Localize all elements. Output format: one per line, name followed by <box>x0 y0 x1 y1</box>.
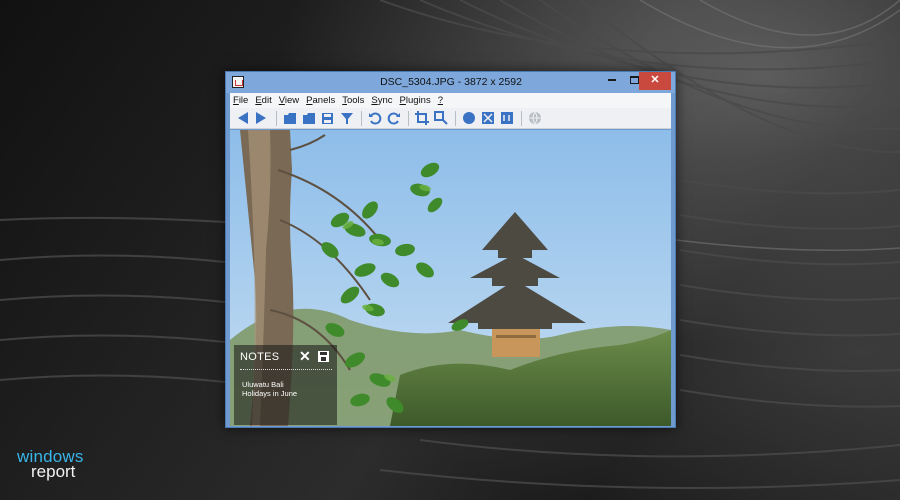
close-button[interactable]: ✕ <box>639 72 671 90</box>
menu-tools[interactable]: Tools <box>342 95 364 106</box>
zoom-in-icon <box>462 112 475 124</box>
fit-screen-icon <box>481 112 494 124</box>
title-bar[interactable]: DSC_5304.JPG - 3872 x 2592 ✕ <box>226 72 675 93</box>
notes-panel: NOTES ✕ Uluwatu Bali Holidays in June <box>234 345 337 425</box>
toolbar-separator <box>455 110 456 126</box>
image-viewer-window: DSC_5304.JPG - 3872 x 2592 ✕ File Edit V… <box>225 71 676 428</box>
rotate-right-button[interactable] <box>385 110 402 127</box>
maximize-icon <box>629 76 639 85</box>
save-as-icon <box>340 112 353 124</box>
toolbar <box>230 108 671 129</box>
zoom-button[interactable] <box>460 110 477 127</box>
notes-save-icon[interactable] <box>318 351 329 362</box>
previous-arrow-icon <box>238 112 248 124</box>
minimize-button[interactable] <box>600 72 624 90</box>
menu-bar: File Edit View Panels Tools Sync Plugins… <box>230 93 671 108</box>
save-button[interactable] <box>319 110 336 127</box>
notes-divider <box>240 369 332 370</box>
rotate-left-button[interactable] <box>366 110 383 127</box>
open-folder-2-icon <box>302 112 315 124</box>
minimize-icon <box>608 79 616 82</box>
resize-icon <box>433 111 448 125</box>
menu-panels[interactable]: Panels <box>306 95 335 106</box>
toolbar-separator <box>408 110 409 126</box>
toolbar-separator <box>361 110 362 126</box>
web-icon <box>528 111 541 125</box>
menu-file[interactable]: File <box>233 95 248 106</box>
next-arrow-icon <box>256 112 266 124</box>
window-title: DSC_5304.JPG - 3872 x 2592 <box>380 76 522 88</box>
actual-size-icon <box>500 112 513 124</box>
crop-icon <box>414 111 429 125</box>
toolbar-separator <box>521 110 522 126</box>
image-canvas[interactable]: NOTES ✕ Uluwatu Bali Holidays in June <box>230 130 671 426</box>
browse-button[interactable] <box>300 110 317 127</box>
menu-plugins[interactable]: Plugins <box>400 95 431 106</box>
previous-button[interactable] <box>234 110 251 127</box>
actual-size-button[interactable] <box>498 110 515 127</box>
menu-edit[interactable]: Edit <box>255 95 271 106</box>
web-button[interactable] <box>526 110 543 127</box>
toolbar-separator <box>276 110 277 126</box>
rotate-left-icon <box>368 112 381 125</box>
next-button[interactable] <box>253 110 270 127</box>
crop-button[interactable] <box>413 110 430 127</box>
open-folder-icon <box>283 112 296 124</box>
notes-text[interactable]: Uluwatu Bali Holidays in June <box>242 380 330 398</box>
rotate-right-icon <box>387 112 400 125</box>
notes-title: NOTES <box>240 351 280 363</box>
save-icon <box>322 112 333 124</box>
windows-report-logo: windows report <box>17 447 107 487</box>
notes-close-icon[interactable]: ✕ <box>299 348 311 365</box>
fit-screen-button[interactable] <box>479 110 496 127</box>
save-as-button[interactable] <box>338 110 355 127</box>
resize-button[interactable] <box>432 110 449 127</box>
open-button[interactable] <box>281 110 298 127</box>
menu-help[interactable]: ? <box>438 95 443 106</box>
logo-text-report: report <box>31 462 76 481</box>
menu-view[interactable]: View <box>279 95 299 106</box>
menu-sync[interactable]: Sync <box>371 95 392 106</box>
